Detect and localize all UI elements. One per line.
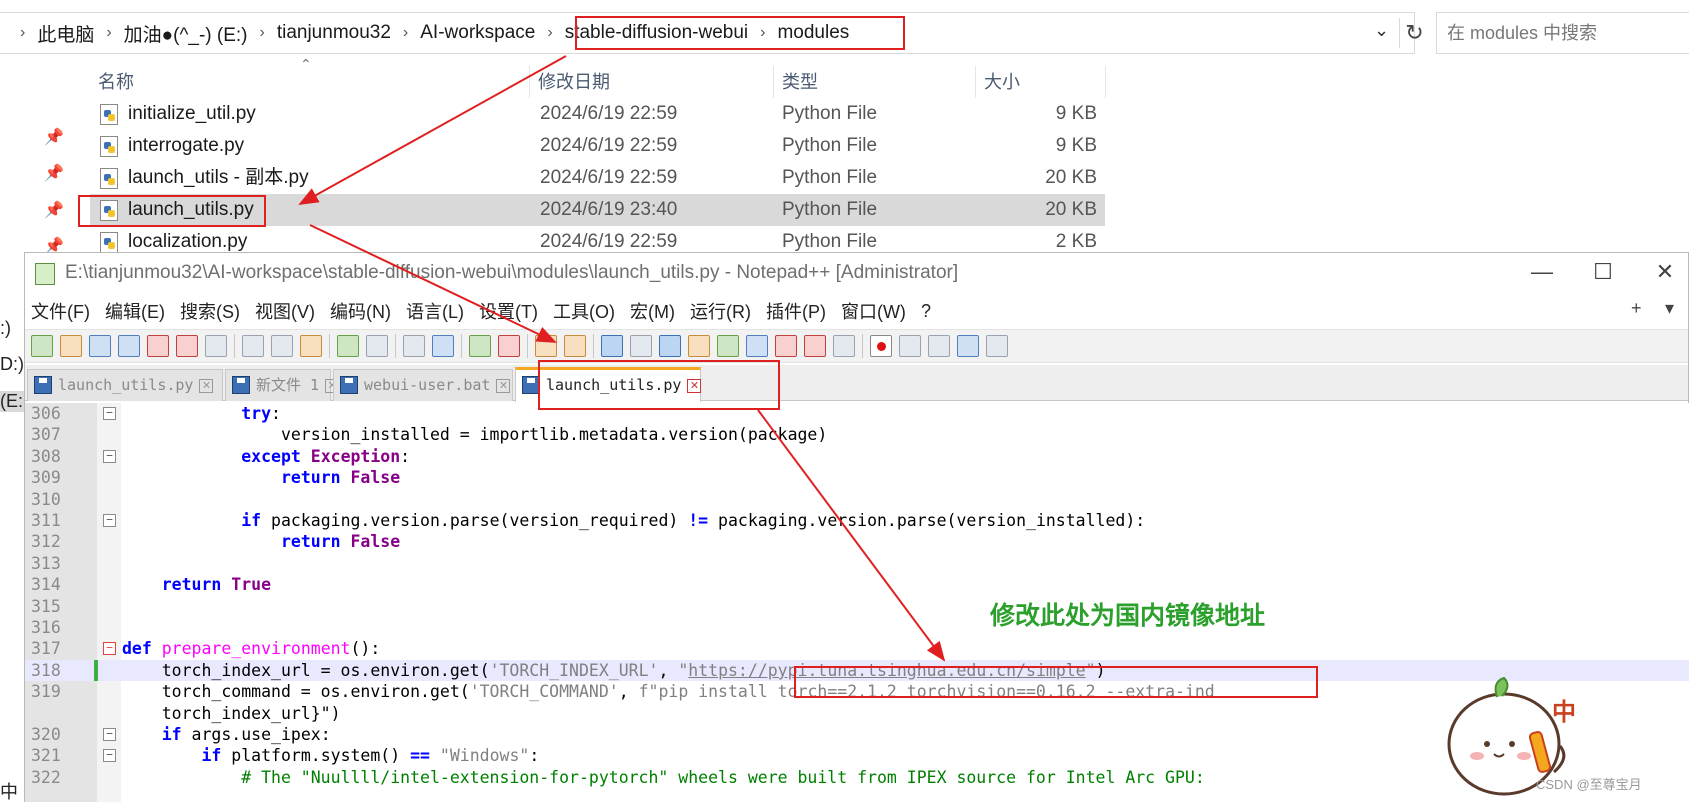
arrow-tab-to-url xyxy=(757,409,946,662)
mascot-glyph: 中 xyxy=(1552,698,1576,726)
annotation-label: 修改此处为国内镜像地址 xyxy=(990,602,1266,630)
arrow-path-to-file xyxy=(298,55,567,205)
csdn-watermark: CSDN @至尊宝月 xyxy=(1536,777,1642,792)
annotation-arrows xyxy=(298,55,946,662)
arrow-file-to-tab xyxy=(309,224,557,343)
